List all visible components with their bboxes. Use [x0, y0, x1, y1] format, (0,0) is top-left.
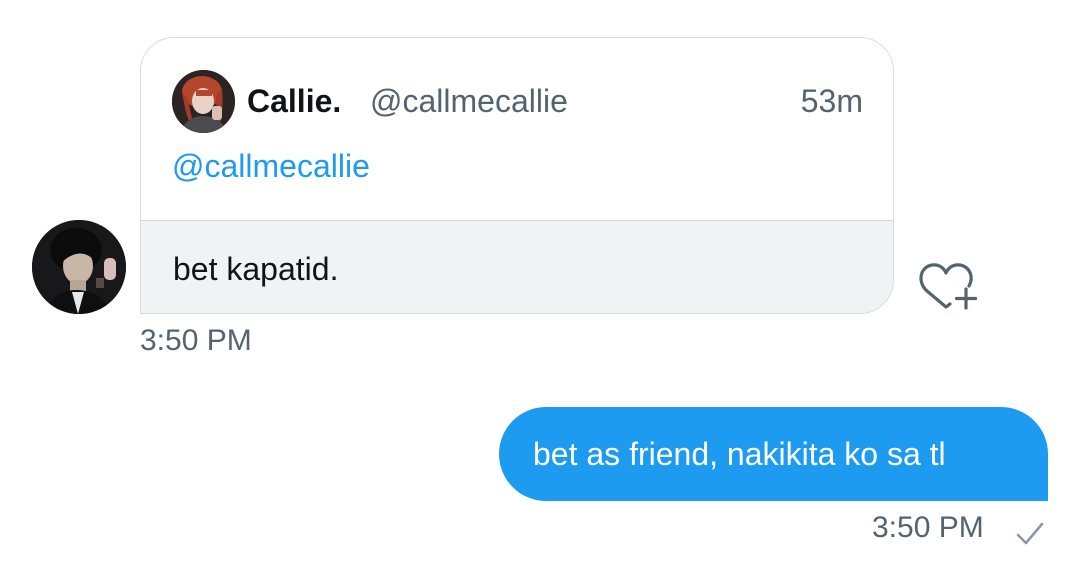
quoted-user-handle[interactable]: @callmecallie — [370, 83, 568, 120]
user-photo-icon — [172, 70, 235, 133]
quoted-tweet-time: 53m — [800, 83, 863, 119]
quoted-user-avatar[interactable] — [172, 70, 235, 133]
quoted-tweet-mention-link[interactable]: @callmecallie — [172, 148, 370, 185]
quoted-user-name[interactable]: Callie. — [247, 83, 341, 120]
sender-avatar[interactable] — [32, 220, 126, 314]
add-reaction-button[interactable] — [916, 258, 980, 314]
incoming-message-timestamp: 3:50 PM — [140, 324, 252, 357]
outgoing-message-text: bet as friend, nakikita ko sa tl — [533, 436, 946, 472]
incoming-message-text: bet kapatid. — [173, 251, 339, 287]
outgoing-message-bubble[interactable]: bet as friend, nakikita ko sa tl — [499, 407, 1048, 501]
checkmark-icon — [1016, 522, 1044, 545]
outgoing-message-timestamp: 3:50 PM — [872, 511, 984, 544]
quoted-tweet[interactable]: Callie. @callmecallie 53m @callmecallie — [141, 38, 893, 221]
user-photo-icon — [32, 220, 126, 314]
incoming-message-bubble[interactable]: bet kapatid. — [141, 221, 893, 313]
quoted-message-card[interactable]: Callie. @callmecallie 53m @callmecallie … — [140, 37, 894, 314]
heart-plus-icon — [919, 263, 978, 310]
